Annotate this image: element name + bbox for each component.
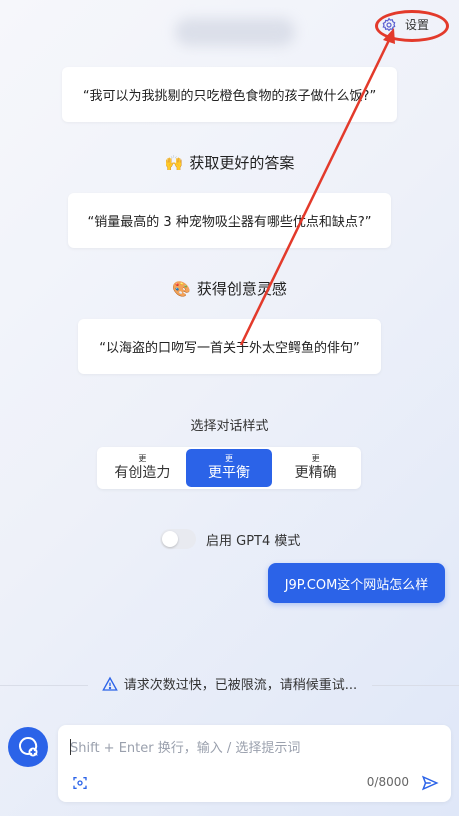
raised-hands-icon: 🙌 xyxy=(164,153,184,172)
section-title-text: 获取更好的答案 xyxy=(189,154,295,172)
text-cursor xyxy=(70,739,71,755)
example-prompt-text: “我可以为我挑剔的只吃橙色食物的孩子做什么饭?” xyxy=(82,89,377,104)
user-message-text: J9P.COM这个网站怎么样 xyxy=(284,577,429,593)
warning-text: 请求次数过快，已被限流，请稍候重试... xyxy=(123,678,358,693)
new-chat-icon xyxy=(19,736,38,757)
style-option-creative[interactable]: 更 有创造力 xyxy=(99,449,186,487)
conversation-style-selector: 更 有创造力 更 更平衡 更 更精确 xyxy=(97,447,361,489)
style-selector-label: 选择对话样式 xyxy=(190,419,269,434)
new-chat-button[interactable] xyxy=(8,727,48,767)
example-prompt-card-3[interactable]: “以海盗的口吻写一首关于外太空鳄鱼的俳句” xyxy=(78,319,381,374)
rate-limit-warning: 请求次数过快，已被限流，请稍候重试... xyxy=(0,674,459,693)
blurred-header-title xyxy=(175,18,295,46)
warning-icon xyxy=(101,676,118,691)
chat-input-box: 0/8000 xyxy=(58,725,451,802)
style-option-prefix: 更 xyxy=(138,454,147,463)
style-option-balanced[interactable]: 更 更平衡 xyxy=(185,449,273,487)
style-option-label: 更平衡 xyxy=(208,465,250,481)
chat-input[interactable] xyxy=(70,737,440,759)
section-title-creative-inspiration: 🎨 获得创意灵感 xyxy=(0,278,459,299)
example-prompt-card-2[interactable]: “销量最高的 3 种宠物吸尘器有哪些优点和缺点?” xyxy=(68,193,391,248)
gpt4-toggle-label: 启用 GPT4 模式 xyxy=(206,533,301,549)
section-title-text: 获得创意灵感 xyxy=(196,280,287,298)
example-prompt-text: “销量最高的 3 种宠物吸尘器有哪些优点和缺点?” xyxy=(87,215,372,230)
annotation-arrow xyxy=(239,28,395,346)
send-icon[interactable] xyxy=(421,774,439,792)
gpt4-toggle[interactable] xyxy=(160,529,196,549)
style-option-prefix: 更 xyxy=(311,454,320,463)
user-message-bubble: J9P.COM这个网站怎么样 xyxy=(268,563,445,603)
example-prompt-text: “以海盗的口吻写一首关于外太空鳄鱼的俳句” xyxy=(99,341,360,356)
style-option-precise[interactable]: 更 更精确 xyxy=(272,449,359,487)
style-option-label: 有创造力 xyxy=(114,465,171,481)
style-option-label: 更精确 xyxy=(294,465,337,481)
example-prompt-card-1[interactable]: “我可以为我挑剔的只吃橙色食物的孩子做什么饭?” xyxy=(62,67,397,122)
gpt4-mode-row: 启用 GPT4 模式 xyxy=(160,529,300,549)
scan-icon[interactable] xyxy=(72,775,88,791)
annotation-ellipse xyxy=(375,10,449,42)
section-title-better-answers: 🙌 获取更好的答案 xyxy=(0,152,459,173)
char-count: 0/8000 xyxy=(366,775,409,789)
palette-icon: 🎨 xyxy=(172,279,191,298)
style-option-prefix: 更 xyxy=(225,454,233,463)
